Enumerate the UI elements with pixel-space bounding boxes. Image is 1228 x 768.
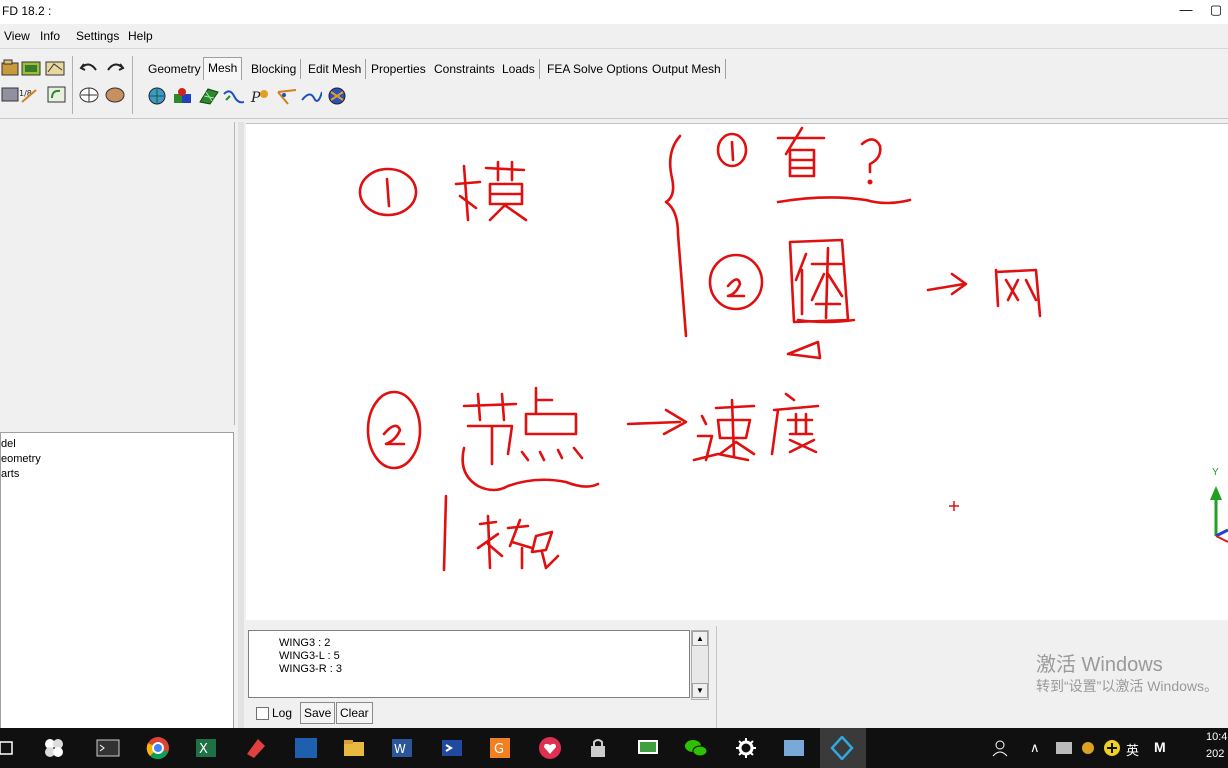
window-app-icon[interactable] bbox=[782, 736, 806, 760]
message-window[interactable]: WING3 : 2 WING3-L : 5 WING3-R : 3 bbox=[248, 630, 690, 698]
wechat-icon[interactable] bbox=[684, 736, 708, 760]
chrome-icon[interactable] bbox=[146, 736, 170, 760]
open-mesh-icon[interactable] bbox=[44, 58, 66, 78]
heart-app-icon[interactable] bbox=[538, 736, 562, 760]
menu-info[interactable]: Info bbox=[40, 29, 60, 43]
curve-mesh-setup-icon[interactable] bbox=[222, 86, 244, 106]
powershell-icon[interactable] bbox=[440, 736, 464, 760]
tab-constraints[interactable]: Constraints bbox=[430, 59, 500, 79]
wireframe-icon[interactable] bbox=[78, 84, 100, 104]
menu-settings[interactable]: Settings bbox=[76, 29, 119, 43]
ink-annotations bbox=[358, 126, 1228, 572]
tray-plus-icon[interactable] bbox=[1100, 736, 1124, 760]
excel-icon[interactable]: X bbox=[194, 736, 218, 760]
log-label: Log bbox=[272, 706, 293, 720]
settings-gear-icon[interactable] bbox=[734, 736, 758, 760]
task-view-icon[interactable] bbox=[0, 736, 18, 760]
pdf-app-icon[interactable]: G bbox=[488, 736, 512, 760]
language-indicator[interactable]: 英 bbox=[1126, 740, 1139, 759]
compute-mesh-icon[interactable] bbox=[326, 86, 348, 106]
part-mesh-setup-icon[interactable] bbox=[172, 86, 194, 106]
svg-text:P: P bbox=[250, 90, 261, 106]
toolbar: 1/8 Geometry Mesh Blocking Edit Mesh Pro… bbox=[0, 52, 1228, 119]
save-button[interactable]: Save bbox=[300, 702, 336, 724]
tab-blocking[interactable]: Blocking bbox=[247, 59, 302, 79]
minimize-icon[interactable]: — bbox=[1176, 2, 1196, 20]
tray-bird-icon[interactable] bbox=[1076, 736, 1100, 760]
message-scrollbar[interactable]: ▲ ▼ bbox=[691, 630, 709, 700]
pinwheel-app-icon[interactable] bbox=[42, 736, 66, 760]
toolbar-divider bbox=[132, 56, 133, 114]
open-geometry-icon[interactable] bbox=[20, 58, 42, 78]
mesh-curve-icon[interactable] bbox=[300, 86, 322, 106]
blue-app-icon[interactable] bbox=[294, 736, 318, 760]
tray-chevron-icon[interactable]: ∧ bbox=[1030, 740, 1040, 756]
surface-mesh-setup-icon[interactable] bbox=[198, 86, 220, 106]
svg-text:X: X bbox=[199, 742, 208, 757]
tab-loads[interactable]: Loads bbox=[498, 59, 540, 79]
graphics-canvas[interactable]: Y bbox=[246, 123, 1228, 620]
window-title: FD 18.2 : bbox=[2, 4, 52, 18]
measure-icon[interactable]: 1/8 bbox=[18, 84, 40, 104]
svg-text:W: W bbox=[394, 742, 406, 756]
activation-watermark-text: 转到“设置”以激活 Windows。 bbox=[1036, 678, 1219, 694]
message-controls: Log Save Clear bbox=[248, 700, 708, 726]
undo-icon[interactable] bbox=[78, 58, 100, 78]
monitor-app-icon[interactable] bbox=[636, 736, 660, 760]
svg-text:1/8: 1/8 bbox=[19, 89, 32, 98]
tab-fea-solve-options[interactable]: FEA Solve Options bbox=[543, 59, 653, 79]
menu-view[interactable]: View bbox=[4, 29, 30, 43]
clock-time[interactable]: 10:4 bbox=[1206, 731, 1227, 743]
tab-edit-mesh[interactable]: Edit Mesh bbox=[304, 59, 367, 79]
menu-bar: View Info Settings Help bbox=[0, 24, 1228, 49]
tab-mesh[interactable]: Mesh bbox=[203, 57, 243, 80]
left-utility-panel bbox=[0, 122, 235, 425]
global-mesh-setup-icon[interactable] bbox=[146, 86, 168, 106]
vertical-splitter[interactable] bbox=[238, 122, 244, 728]
tab-geometry[interactable]: Geometry bbox=[144, 59, 206, 79]
tree-node-geometry[interactable]: eometry bbox=[1, 453, 41, 465]
ime-indicator[interactable]: M bbox=[1154, 739, 1166, 755]
people-icon[interactable] bbox=[990, 736, 1014, 760]
clock-date[interactable]: 202 bbox=[1206, 748, 1224, 760]
solid-view-icon[interactable] bbox=[104, 84, 126, 104]
axis-triad-icon bbox=[1210, 486, 1228, 543]
redo-icon[interactable] bbox=[104, 58, 126, 78]
tray-app-icon[interactable] bbox=[1052, 736, 1076, 760]
terminal-icon[interactable] bbox=[96, 736, 120, 760]
red-app-icon[interactable] bbox=[244, 736, 268, 760]
y-axis-label: Y bbox=[1212, 467, 1219, 478]
log-checkbox[interactable] bbox=[256, 707, 269, 720]
title-bar: FD 18.2 : — ▢ bbox=[0, 0, 1228, 24]
tab-properties[interactable]: Properties bbox=[367, 59, 431, 79]
ansys-app-icon[interactable] bbox=[830, 736, 854, 760]
taskbar: X W G ∧ 英 M 10:4 202 bbox=[0, 728, 1228, 768]
refresh-icon[interactable] bbox=[46, 84, 68, 104]
lock-app-icon[interactable] bbox=[586, 736, 610, 760]
tree-node-model[interactable]: del bbox=[1, 438, 16, 450]
model-tree: del eometry arts bbox=[0, 432, 234, 730]
tab-output-mesh[interactable]: Output Mesh bbox=[648, 59, 726, 79]
scroll-up-icon[interactable]: ▲ bbox=[692, 631, 708, 646]
svg-text:G: G bbox=[494, 742, 504, 757]
message-line: WING3 : 2 bbox=[279, 637, 331, 649]
activation-watermark-title: 激活 Windows bbox=[1036, 654, 1163, 676]
tree-node-parts[interactable]: arts bbox=[1, 468, 19, 480]
menu-help[interactable]: Help bbox=[128, 29, 153, 43]
create-mesh-density-icon[interactable]: P bbox=[250, 86, 272, 106]
clear-button[interactable]: Clear bbox=[336, 702, 373, 724]
file-explorer-icon[interactable] bbox=[342, 736, 366, 760]
open-project-icon[interactable] bbox=[0, 58, 22, 78]
toolbar-divider bbox=[72, 56, 73, 114]
message-line: WING3-L : 5 bbox=[279, 650, 340, 662]
maximize-icon[interactable]: ▢ bbox=[1206, 2, 1226, 20]
scroll-down-icon[interactable]: ▼ bbox=[692, 683, 708, 698]
define-connectors-icon[interactable] bbox=[276, 86, 298, 106]
word-icon[interactable]: W bbox=[390, 736, 414, 760]
message-line: WING3-R : 3 bbox=[279, 663, 342, 675]
